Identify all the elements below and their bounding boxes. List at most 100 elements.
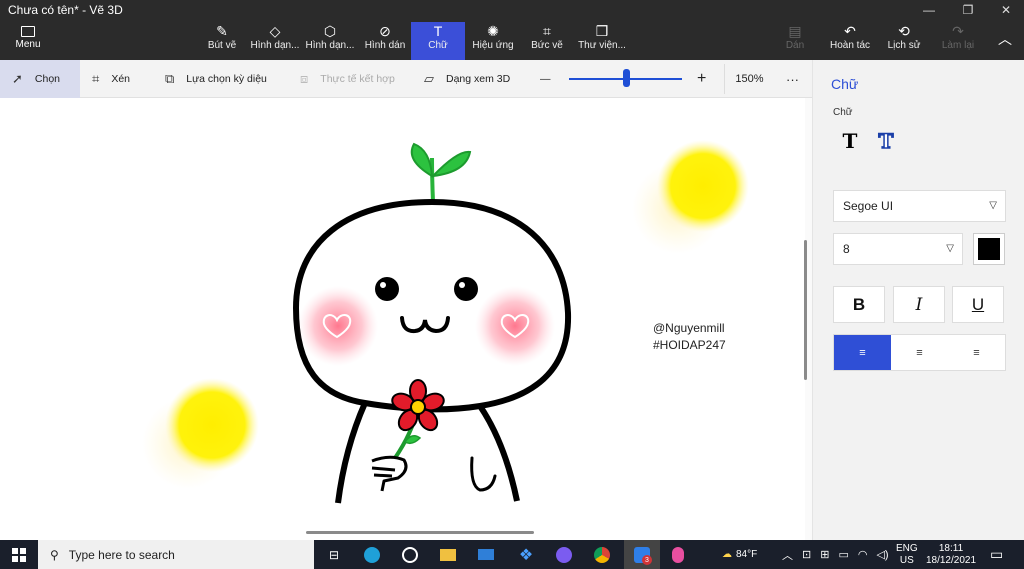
window-title: Chưa có tên* - Vẽ 3D: [8, 3, 123, 17]
file-explorer-icon[interactable]: [430, 540, 466, 569]
more-options-button[interactable]: ···: [786, 60, 802, 98]
horizontal-scrollbar[interactable]: [306, 531, 534, 534]
search-icon: ⚲: [50, 547, 59, 562]
start-button[interactable]: [0, 540, 38, 569]
canvas-caption-line2[interactable]: #HOIDAP247: [653, 338, 726, 352]
chrome-icon[interactable]: [584, 540, 620, 569]
tool-brushes[interactable]: ✎ Bút vẽ: [202, 22, 242, 60]
tool-label: Hình dạn...: [250, 40, 300, 51]
tool-label: Làm lại: [941, 40, 975, 51]
clock-time: 18:11: [938, 542, 964, 554]
tool-stickers[interactable]: ⊘ Hình dán: [362, 22, 408, 60]
underline-button[interactable]: U: [952, 286, 1004, 323]
library-icon: ❒: [595, 23, 609, 39]
language-indicator[interactable]: ENG US: [896, 540, 918, 569]
menu-button[interactable]: Menu: [8, 26, 48, 50]
2d-text-button[interactable]: T: [837, 128, 863, 154]
edge-icon[interactable]: [354, 540, 390, 569]
tool-label: Hiệu ứng: [472, 40, 514, 51]
display-icon[interactable]: ⊞: [820, 548, 829, 561]
battery-icon[interactable]: ▭: [838, 548, 848, 561]
tool-label: Lịch sử: [887, 40, 921, 51]
italic-button[interactable]: I: [893, 286, 945, 323]
tool-2d-shapes[interactable]: ◇ Hình dạn...: [250, 22, 300, 60]
maximize-button[interactable]: ❐: [951, 0, 985, 20]
paint-3d-window: Chưa có tên* - Vẽ 3D — ❐ ✕ Menu ✎ Bút vẽ…: [0, 0, 1024, 569]
paste-button[interactable]: ▤ Dán: [780, 22, 810, 60]
text-properties-panel: Chữ Chữ T T Segoe UI ▽ 8 ▽ B I U ≡ ≡ ≡: [812, 60, 1024, 540]
zoom-slider-thumb[interactable]: [622, 69, 630, 87]
canvas-caption-line1[interactable]: @Nguyenmill: [653, 321, 725, 335]
font-size-value: 8: [843, 242, 850, 256]
font-family-value: Segoe UI: [843, 199, 894, 213]
app-icon[interactable]: [392, 540, 428, 569]
3d-text-icon: T: [878, 128, 894, 154]
select-tool[interactable]: ➚ Chọn: [0, 60, 80, 98]
zalo-icon[interactable]: [624, 540, 660, 569]
history-button[interactable]: ⟲ Lịch sử: [884, 22, 924, 60]
zoom-level-field[interactable]: 150%: [724, 64, 774, 94]
tool-canvas[interactable]: ⌗ Bức vẽ: [530, 22, 564, 60]
bold-button[interactable]: B: [833, 286, 885, 323]
menu-label: Menu: [15, 39, 41, 50]
vertical-scrollbar[interactable]: [804, 240, 807, 380]
3d-view-label: Dạng xem 3D: [446, 73, 511, 85]
paint-3d-icon[interactable]: [660, 540, 696, 569]
search-placeholder: Type here to search: [68, 547, 175, 562]
panel-subtitle: Chữ: [833, 107, 853, 118]
panel-title: Chữ: [831, 76, 859, 92]
windows-taskbar: ⚲ Type here to search ⊟ ❖ ☁ 84°F ︿ ⊡ ⊞ ▭…: [0, 540, 1024, 569]
meet-now-icon[interactable]: ⊡: [802, 548, 811, 561]
dropbox-icon[interactable]: ❖: [508, 540, 544, 569]
close-button[interactable]: ✕: [989, 0, 1023, 20]
drawing-canvas[interactable]: [0, 98, 805, 540]
undo-icon: ↶: [844, 23, 856, 39]
tool-label: Bút vẽ: [207, 40, 237, 51]
tool-text[interactable]: T Chữ: [411, 22, 465, 60]
redo-button[interactable]: ↷ Làm lại: [938, 22, 978, 60]
tool-label: Bức vẽ: [531, 40, 563, 51]
minimize-button[interactable]: —: [912, 0, 946, 20]
notifications-icon[interactable]: ▭: [990, 540, 1003, 569]
3d-text-button[interactable]: T: [873, 128, 899, 154]
mixed-reality-tool[interactable]: ⧈ Thực tế kết hợp: [300, 60, 410, 98]
weather-icon: ☁: [722, 549, 732, 560]
tool-library[interactable]: ❒ Thư viện...: [578, 22, 626, 60]
messenger-icon[interactable]: [546, 540, 582, 569]
3d-view-tool[interactable]: ▱ Dạng xem 3D: [424, 60, 524, 98]
zoom-in-button[interactable]: +: [697, 60, 711, 98]
magic-select-icon: ⧉: [165, 71, 175, 86]
3d-view-icon: ▱: [424, 71, 434, 86]
language-code: ENG: [896, 542, 918, 554]
chevron-down-icon: ▽: [946, 243, 954, 254]
tool-3d-shapes[interactable]: ⬡ Hình dạn...: [305, 22, 355, 60]
edit-toolbar: ➚ Chọn ⌗ Xén ⧉ Lựa chọn kỳ diệu ⧈ Thực t…: [0, 60, 812, 98]
font-size-select[interactable]: 8 ▽: [833, 233, 963, 265]
weather-widget[interactable]: ☁ 84°F: [722, 540, 757, 569]
magic-select-tool[interactable]: ⧉ Lựa chọn kỳ diệu: [165, 60, 285, 98]
2d-shapes-icon: ◇: [269, 23, 281, 39]
tool-label: Thư viện...: [578, 40, 626, 51]
text-color-fill: [978, 238, 1000, 260]
volume-icon[interactable]: ◁): [876, 548, 888, 561]
mixed-reality-label: Thực tế kết hợp: [320, 73, 395, 85]
clock[interactable]: 18:11 18/12/2021: [926, 540, 976, 569]
font-family-select[interactable]: Segoe UI ▽: [833, 190, 1006, 222]
canvas-icon: ⌗: [543, 23, 551, 39]
weather-temp: 84°F: [736, 549, 758, 560]
tool-effects[interactable]: ✺ Hiệu ứng: [471, 22, 515, 60]
crop-tool[interactable]: ⌗ Xén: [92, 60, 152, 98]
undo-button[interactable]: ↶ Hoàn tác: [828, 22, 872, 60]
task-view-icon[interactable]: ⊟: [316, 540, 352, 569]
show-hidden-icons-icon[interactable]: ︿: [782, 547, 793, 563]
align-center-button[interactable]: ≡: [891, 335, 948, 370]
zoom-out-button[interactable]: —: [540, 60, 554, 98]
notification-badge: 3: [642, 555, 652, 565]
taskbar-search[interactable]: ⚲ Type here to search: [38, 540, 314, 569]
align-left-button[interactable]: ≡: [834, 335, 891, 370]
wifi-icon[interactable]: ◠: [858, 548, 868, 561]
mail-icon[interactable]: [468, 540, 504, 569]
system-tray: ︿ ⊡ ⊞ ▭ ◠ ◁): [782, 540, 889, 569]
align-right-button[interactable]: ≡: [948, 335, 1005, 370]
text-color-picker[interactable]: [973, 233, 1005, 265]
